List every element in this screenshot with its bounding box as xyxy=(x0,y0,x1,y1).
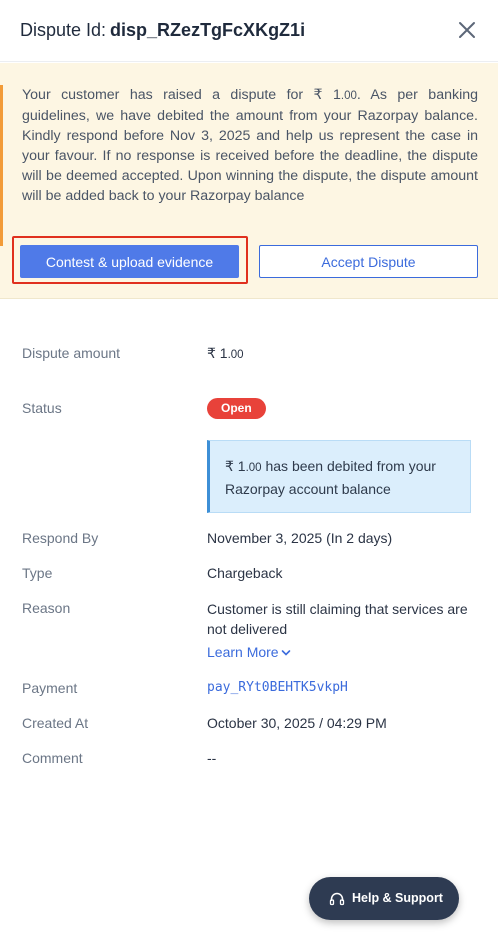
page-title: Dispute Id: disp_RZezTgFcXKgZ1i xyxy=(20,20,305,41)
reason-value: Customer is still claiming that services… xyxy=(207,601,468,637)
type-value: Chargeback xyxy=(207,565,283,581)
status-label: Status xyxy=(22,400,62,416)
debit-info-box: ₹ 1.00 has been debited from your Razorp… xyxy=(207,440,471,513)
comment-value: -- xyxy=(207,750,217,766)
respond-by-value: November 3, 2025 (In 2 days) xyxy=(207,530,393,546)
payment-id-link[interactable]: pay_RYt0BEHTK5vkpH xyxy=(207,680,348,695)
payment-label: Payment xyxy=(22,680,78,696)
headset-icon xyxy=(329,892,345,906)
title-label: Dispute Id: xyxy=(20,20,107,40)
created-at-label: Created At xyxy=(22,715,89,731)
close-icon[interactable] xyxy=(456,19,478,41)
contest-upload-evidence-button[interactable]: Contest & upload evidence xyxy=(20,245,239,278)
type-label: Type xyxy=(22,565,53,581)
banner-accent-bar xyxy=(0,85,3,246)
reason-label: Reason xyxy=(22,600,71,616)
debit-info-text: ₹ 1.00 has been debited from your Razorp… xyxy=(225,458,436,497)
dispute-amount-label: Dispute amount xyxy=(22,345,121,361)
banner-message: Your customer has raised a dispute for ₹… xyxy=(22,87,479,204)
status-badge: Open xyxy=(207,398,266,419)
comment-label: Comment xyxy=(22,750,83,766)
created-at-value: October 30, 2025 / 04:29 PM xyxy=(207,715,387,731)
chevron-down-icon xyxy=(281,650,290,656)
respond-by-label: Respond By xyxy=(22,530,99,546)
dispute-amount-value: ₹ 1.00 xyxy=(207,345,244,361)
help-support-label: Help & Support xyxy=(352,891,443,905)
panel-header: Dispute Id: disp_RZezTgFcXKgZ1i xyxy=(0,0,498,62)
accept-dispute-button[interactable]: Accept Dispute xyxy=(259,245,478,278)
dispute-id: disp_RZezTgFcXKgZ1i xyxy=(110,20,306,40)
learn-more-link[interactable]: Learn More xyxy=(207,644,291,660)
help-support-button[interactable]: Help & Support xyxy=(309,877,459,920)
